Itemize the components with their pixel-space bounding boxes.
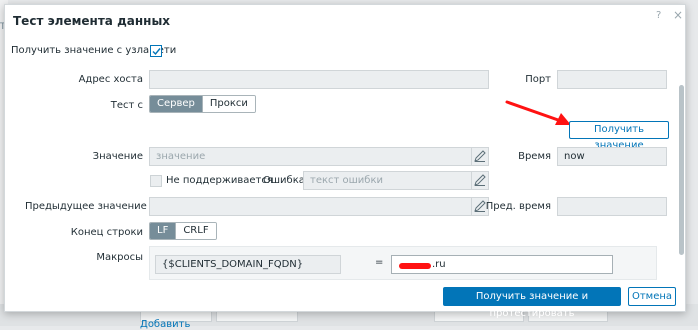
test-with-label: Тест с bbox=[110, 100, 143, 111]
port-field[interactable] bbox=[557, 70, 667, 89]
time-label: Время bbox=[518, 151, 551, 162]
error-field[interactable]: текст ошибки bbox=[303, 171, 489, 190]
error-label: Ошибка bbox=[263, 175, 305, 186]
annotation-arrow-icon bbox=[505, 100, 571, 125]
macros-label: Макросы bbox=[96, 252, 143, 263]
host-address-label: Адрес хоста bbox=[78, 74, 143, 85]
time-field[interactable]: now bbox=[557, 147, 667, 166]
cancel-button[interactable]: Отмена bbox=[628, 287, 676, 306]
not-supported-label: Не поддерживается bbox=[166, 175, 273, 186]
test-item-dialog: Тест элемента данных ? × Получить значен… bbox=[4, 4, 686, 319]
dialog-scrollbar[interactable] bbox=[679, 85, 684, 255]
get-and-test-button[interactable]: Получить значение и протестировать bbox=[443, 287, 621, 319]
prev-time-label: Пред. время bbox=[485, 201, 551, 212]
test-with-server-option[interactable]: Сервер bbox=[150, 96, 202, 112]
redaction-mark bbox=[399, 263, 431, 269]
eol-segmented: LF CRLF bbox=[149, 222, 217, 240]
value-field[interactable]: значение bbox=[149, 147, 489, 166]
test-with-segmented: Сервер Прокси bbox=[149, 95, 256, 113]
value-label: Значение bbox=[92, 151, 143, 162]
eol-lf-option[interactable]: LF bbox=[150, 223, 176, 239]
checkmark-icon bbox=[152, 48, 161, 56]
test-with-proxy-option[interactable]: Прокси bbox=[201, 96, 255, 112]
get-from-host-checkbox[interactable] bbox=[150, 45, 162, 57]
prev-time-field[interactable] bbox=[557, 197, 667, 216]
eol-crlf-option[interactable]: CRLF bbox=[175, 223, 216, 239]
help-icon[interactable]: ? bbox=[656, 10, 661, 21]
pencil-icon[interactable] bbox=[471, 172, 487, 189]
macro-name-field: {$CLIENTS_DOMAIN_FQDN} bbox=[155, 255, 341, 274]
prev-value-label: Предыдущее значение bbox=[25, 201, 147, 212]
dialog-title: Тест элемента данных bbox=[13, 14, 171, 28]
background-add-link[interactable]: Добавить bbox=[140, 319, 190, 330]
pencil-icon[interactable] bbox=[471, 148, 487, 165]
host-address-field[interactable] bbox=[149, 70, 489, 89]
close-icon[interactable]: × bbox=[673, 9, 683, 21]
get-value-button[interactable]: Получить значение bbox=[569, 121, 669, 151]
not-supported-checkbox[interactable] bbox=[150, 175, 162, 187]
port-label: Порт bbox=[525, 74, 551, 85]
macro-equals-sign: = bbox=[375, 257, 384, 268]
eol-label: Конец строки bbox=[70, 227, 143, 238]
prev-value-field[interactable] bbox=[149, 197, 489, 216]
